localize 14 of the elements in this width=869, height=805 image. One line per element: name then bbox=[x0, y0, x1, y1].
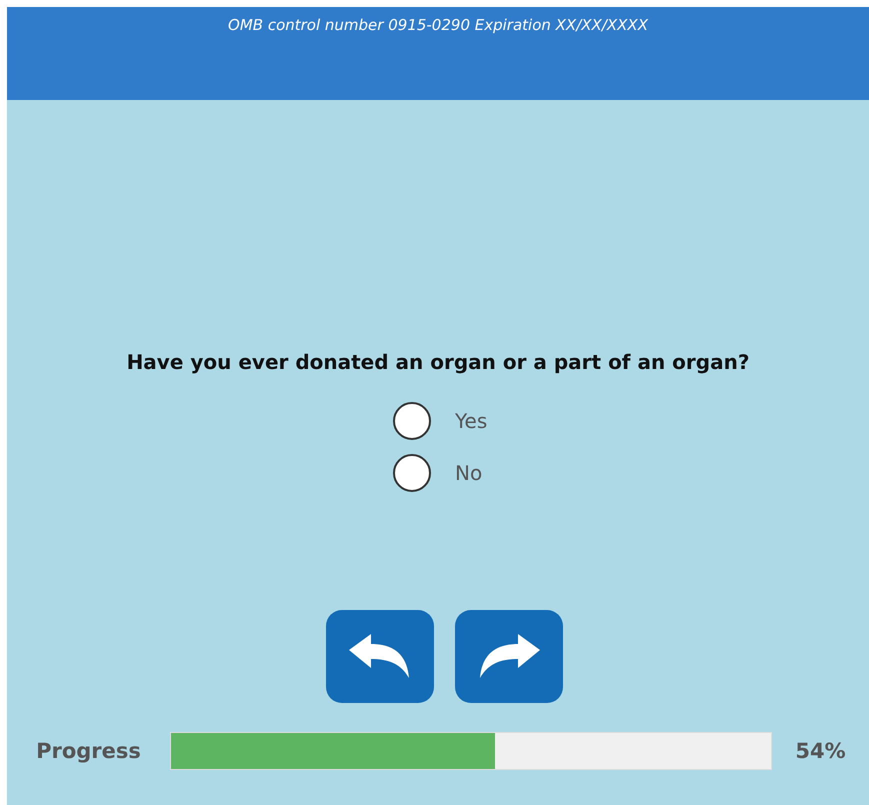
option-label: No bbox=[455, 461, 482, 485]
back-button[interactable] bbox=[326, 610, 434, 703]
next-button[interactable] bbox=[454, 610, 562, 703]
progress-label: Progress bbox=[35, 739, 142, 763]
curved-left-arrow-icon bbox=[348, 634, 410, 680]
progress-percent: 54% bbox=[794, 739, 847, 763]
radio-button[interactable] bbox=[393, 402, 431, 440]
radio-option[interactable]: Yes bbox=[393, 402, 523, 440]
radio-button[interactable] bbox=[393, 454, 431, 492]
question-text: Have you ever donated an organ or a part of an organ? bbox=[126, 350, 750, 374]
curved-right-arrow-icon bbox=[478, 634, 540, 680]
omb-notice: OMB control number 0915-0290 Expiration XX/XX/XXXX bbox=[228, 16, 648, 34]
radio-option[interactable]: No bbox=[393, 454, 523, 492]
option-label: Yes bbox=[455, 409, 488, 433]
